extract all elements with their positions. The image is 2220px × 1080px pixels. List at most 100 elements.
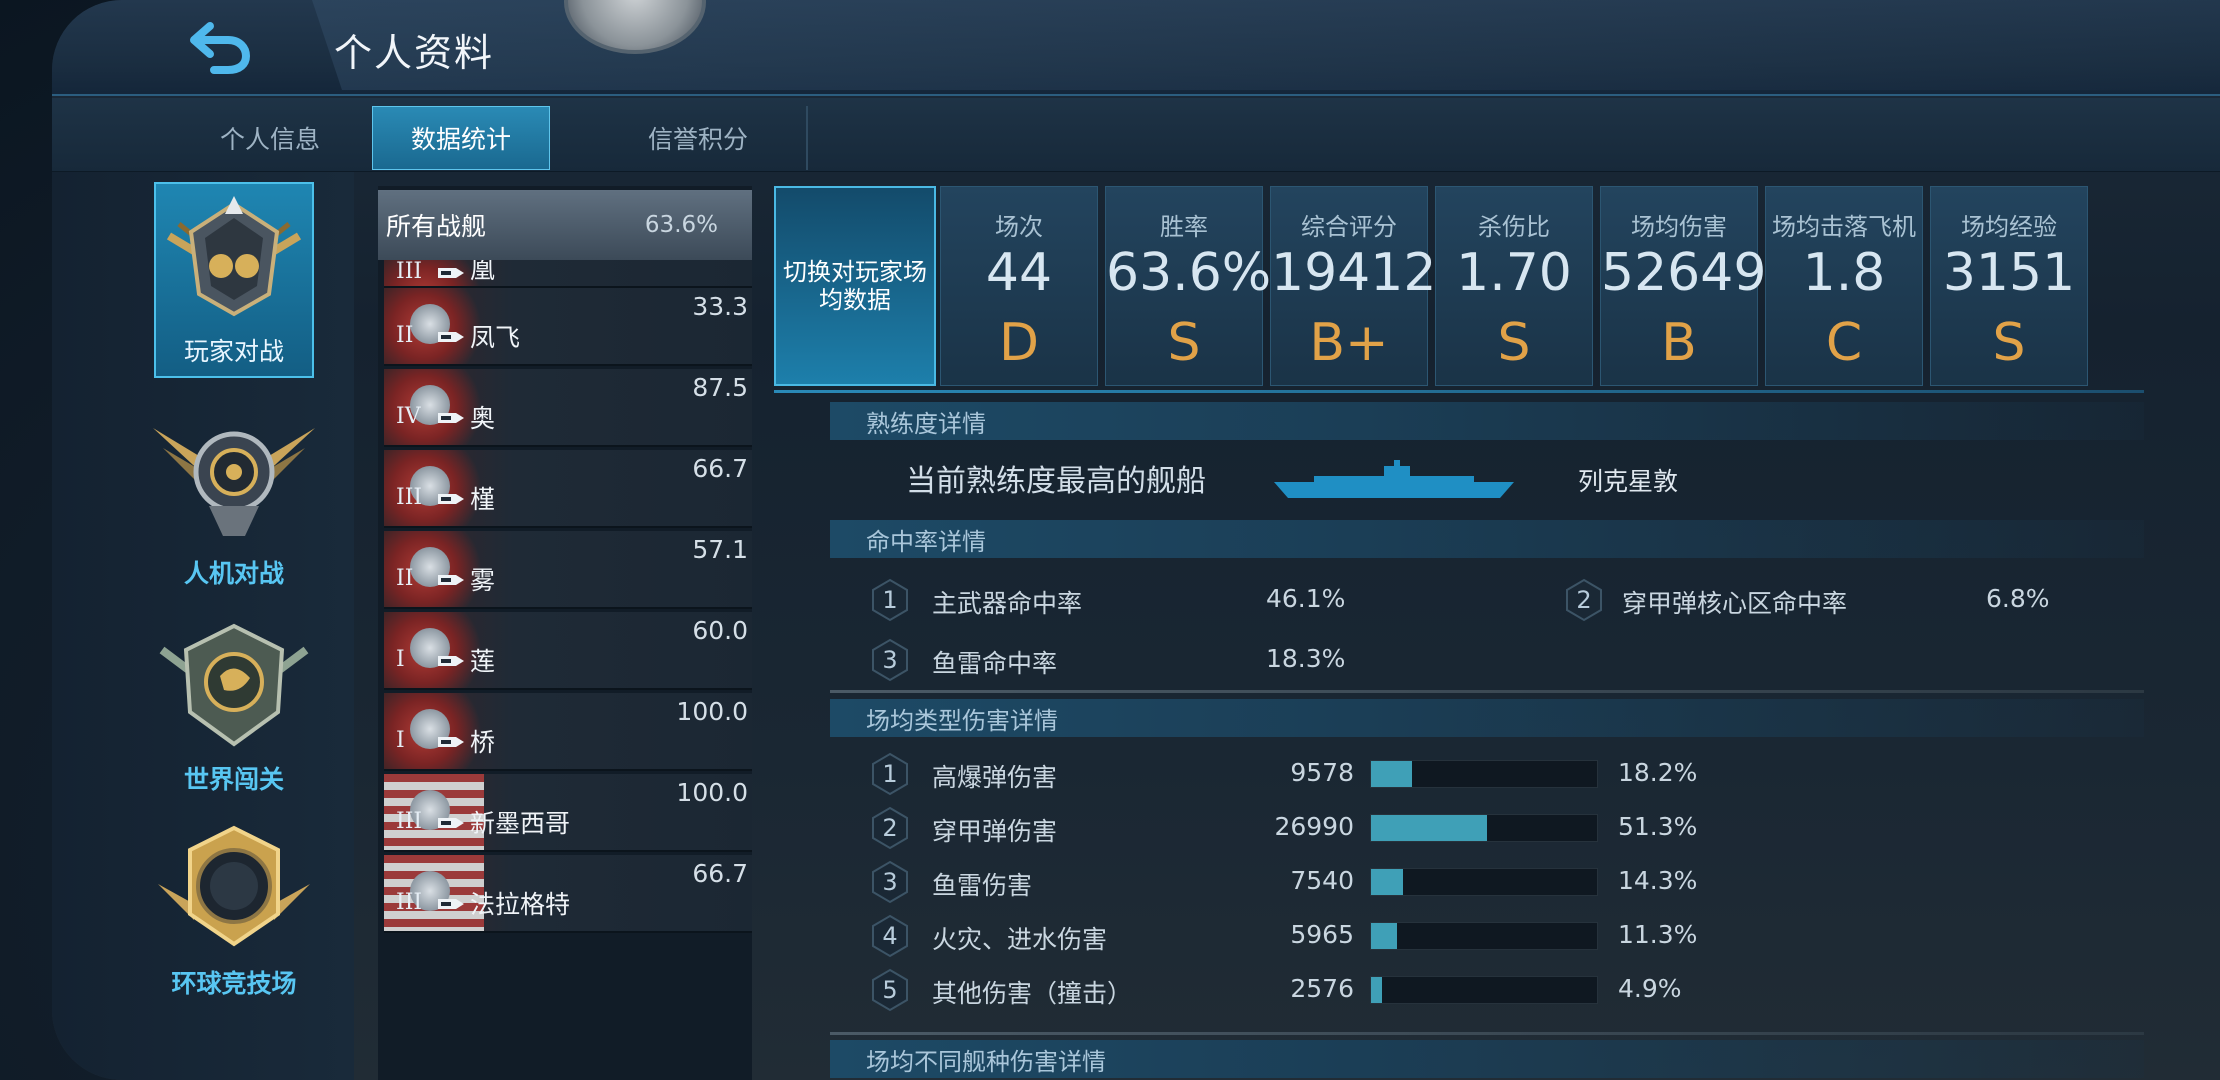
switch-stats-button[interactable]: 切换对玩家场均数据	[774, 186, 936, 386]
tab-divider	[806, 106, 808, 170]
section-header-damage: 场均类型伤害详情	[830, 699, 2144, 737]
ship-winrate: 100.0	[676, 778, 748, 807]
mode-world-campaign[interactable]: 世界闯关	[154, 608, 314, 804]
ship-name: 凰	[470, 260, 496, 284]
page-title: 个人资料	[334, 31, 495, 75]
stat-grade: C	[1825, 313, 1863, 373]
ship-item[interactable]: II 雾 57.1	[384, 531, 752, 609]
ship-item[interactable]: III 槿 66.7	[384, 450, 752, 528]
stat-label: 胜率	[1160, 213, 1208, 241]
damage-bar	[1370, 814, 1598, 842]
ship-winrate: 100.0	[676, 697, 748, 726]
damage-bar	[1370, 922, 1598, 950]
index-badge: 1	[870, 752, 910, 796]
damage-bar	[1370, 760, 1598, 788]
proficiency-label: 当前熟练度最高的舰船	[906, 464, 1206, 499]
header-decoration	[312, 0, 2220, 90]
ship-class-icon	[438, 737, 464, 747]
ship-item[interactable]: I 莲 60.0	[384, 612, 752, 690]
pve-emblem-icon	[153, 428, 315, 536]
stat-label: 杀伤比	[1478, 213, 1550, 241]
accuracy-label: 鱼雷命中率	[932, 649, 1058, 678]
ship-item[interactable]: II 凤飞 33.3	[384, 288, 752, 366]
ship-tier: IV	[396, 404, 421, 429]
tab-data-stats[interactable]: 数据统计	[372, 106, 550, 170]
ship-tier: I	[396, 728, 405, 753]
damage-percent: 18.2%	[1618, 758, 1698, 787]
index-number: 3	[882, 868, 898, 896]
header-bar: 个人资料	[52, 0, 2220, 96]
ship-item[interactable]: III 凰	[384, 260, 752, 288]
stat-card: 综合评分 19412 B+	[1270, 186, 1436, 386]
mode-pvp[interactable]: 玩家对战	[154, 182, 314, 378]
ship-name: 桥	[470, 728, 496, 757]
stat-label: 场均伤害	[1631, 213, 1727, 241]
damage-percent: 4.9%	[1618, 974, 1682, 1003]
ship-name: 凤飞	[470, 323, 521, 352]
ship-tier: II	[396, 566, 414, 591]
ship-winrate: 66.7	[692, 454, 748, 483]
ship-name: 槿	[470, 485, 496, 514]
back-button[interactable]	[170, 14, 270, 78]
damage-label: 高爆弹伤害	[932, 763, 1058, 792]
damage-value: 7540	[1290, 866, 1354, 895]
damage-label: 鱼雷伤害	[932, 871, 1033, 900]
damage-value: 26990	[1274, 812, 1354, 841]
ship-winrate: 60.0	[692, 616, 748, 645]
ship-item[interactable]: III 法拉格特 66.7	[384, 855, 752, 933]
ship-item[interactable]: IV 奥 87.5	[384, 369, 752, 447]
stat-card: 场均伤害 52649 B	[1600, 186, 1766, 386]
ship-class-icon	[438, 575, 464, 585]
mode-label: 人机对战	[183, 559, 284, 588]
stat-card: 杀伤比 1.70 S	[1435, 186, 1593, 386]
damage-percent: 51.3%	[1618, 812, 1698, 841]
stat-grade: B+	[1309, 313, 1389, 373]
section-header-accuracy: 命中率详情	[830, 520, 2144, 558]
stat-grade: S	[1167, 313, 1201, 373]
mode-global-arena[interactable]: 环球竞技场	[154, 812, 314, 1008]
ship-item-all[interactable]: 所有战舰 63.6%	[378, 190, 752, 260]
ship-class-icon	[438, 268, 464, 278]
ship-tier: III	[396, 890, 423, 915]
ship-winrate: 87.5	[692, 373, 748, 402]
tab-label: 数据统计	[410, 125, 511, 154]
stat-card: 场均击落飞机 1.8 C	[1765, 186, 1923, 386]
ship-item[interactable]: III 新墨西哥 100.0	[384, 774, 752, 852]
mode-label: 世界闯关	[183, 765, 284, 794]
stat-card: 场均经验 3151 S	[1930, 186, 2088, 386]
ship-tier: III	[396, 809, 423, 834]
mode-label: 环球竞技场	[171, 969, 297, 998]
stat-value: 63.6%	[1106, 243, 1272, 303]
tab-label: 信誉积分	[647, 125, 748, 154]
mode-pve[interactable]: 人机对战	[153, 402, 315, 598]
damage-bar-fill	[1371, 815, 1487, 841]
ship-name: 雾	[470, 566, 496, 595]
damage-label: 火灾、进水伤害	[932, 925, 1108, 954]
app-root: 个人资料 个人信息 数据统计 信誉积分 玩家对战 人机对战 世界闯关 环球竞技场…	[0, 0, 2220, 1080]
damage-bar-fill	[1371, 869, 1404, 895]
ship-name: 所有战舰	[386, 212, 487, 241]
stat-value: 3151	[1942, 243, 2076, 303]
index-badge: 5	[870, 968, 910, 1012]
damage-label: 穿甲弹伤害	[932, 817, 1058, 846]
index-badge: 2	[1564, 578, 1604, 622]
ship-winrate: 63.6%	[644, 212, 718, 238]
section-header-proficiency: 熟练度详情	[830, 402, 2144, 440]
damage-value: 5965	[1290, 920, 1354, 949]
ship-winrate: 33.3	[692, 292, 748, 321]
ship-tier: III	[396, 485, 423, 510]
ship-tier: III	[396, 260, 423, 284]
index-badge: 2	[870, 806, 910, 850]
stat-label: 场均经验	[1961, 213, 2057, 241]
index-badge: 4	[870, 914, 910, 958]
damage-bar	[1370, 976, 1598, 1004]
index-badge: 1	[870, 578, 910, 622]
stats-panel: 切换对玩家场均数据 场次 44 D 胜率 63.6% S 综合评分 19412 B+ 杀伤比 1.7…	[774, 186, 2144, 386]
tab-credit-score[interactable]: 信誉积分	[590, 106, 806, 170]
tab-label: 个人信息	[219, 125, 320, 154]
tab-personal-info[interactable]: 个人信息	[162, 106, 378, 170]
back-arrow-icon	[190, 22, 251, 74]
ship-winrate: 66.7	[692, 859, 748, 888]
ship-item[interactable]: I 桥 100.0	[384, 693, 752, 771]
proficiency-ship-name: 列克星敦	[1578, 467, 1679, 496]
